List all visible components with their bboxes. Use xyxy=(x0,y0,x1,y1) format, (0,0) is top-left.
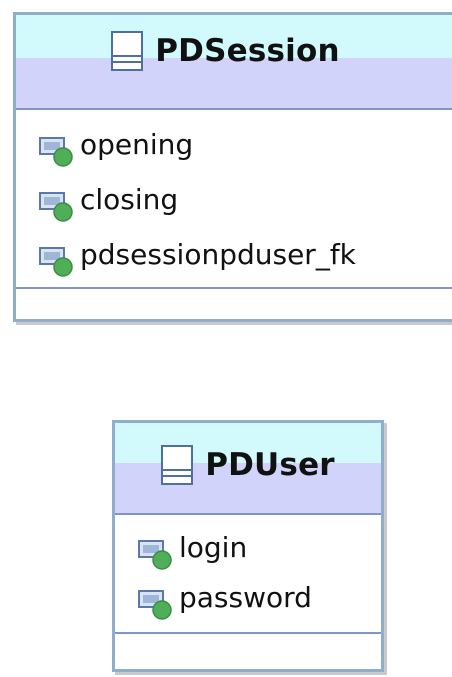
attribute-label: login xyxy=(179,530,248,564)
entity-pdsession[interactable]: PDSession opening closing pdsessionpduse… xyxy=(13,12,452,322)
entity-header: PDSession xyxy=(16,15,452,110)
attribute-row[interactable]: login xyxy=(137,530,248,573)
attribute-label: password xyxy=(179,580,312,614)
table-icon xyxy=(111,31,144,71)
attribute-list: opening closing pdsessionpduser_fk xyxy=(16,110,452,289)
attribute-label: opening xyxy=(80,127,194,161)
entity-pduser[interactable]: PDUser login password xyxy=(112,420,384,672)
column-icon xyxy=(138,590,172,620)
entity-title: PDSession xyxy=(155,33,340,69)
attribute-row[interactable]: password xyxy=(137,580,312,623)
column-icon xyxy=(138,540,172,570)
attribute-label: closing xyxy=(80,182,179,216)
foreign-key-column-icon xyxy=(39,247,73,277)
column-icon xyxy=(39,192,73,222)
table-icon xyxy=(161,445,194,485)
attribute-list: login password xyxy=(115,515,381,634)
entity-title: PDUser xyxy=(205,447,335,483)
attribute-row[interactable]: opening xyxy=(38,127,194,170)
entity-header: PDUser xyxy=(115,423,381,515)
attribute-row[interactable]: closing xyxy=(38,182,179,225)
attribute-label: pdsessionpduser_fk xyxy=(80,237,356,271)
attribute-row[interactable]: pdsessionpduser_fk xyxy=(38,237,356,280)
column-icon xyxy=(39,137,73,167)
